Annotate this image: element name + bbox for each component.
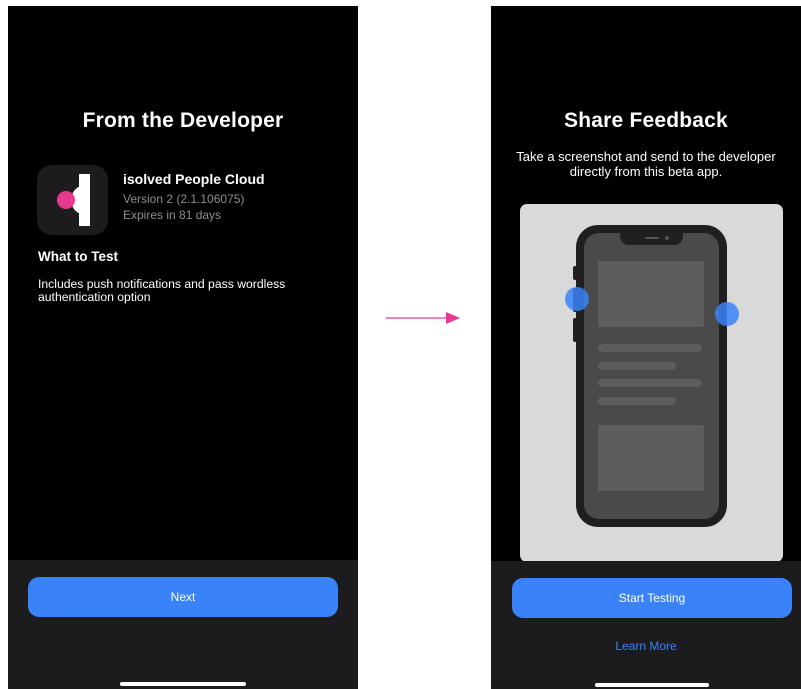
learn-more-link[interactable]: Learn More — [491, 639, 801, 653]
phone-mockup — [576, 225, 727, 527]
phone-illustration — [520, 204, 783, 562]
start-testing-button[interactable]: Start Testing — [512, 578, 792, 618]
touch-indicator-right — [715, 302, 739, 326]
developer-info-screen: From the Developer isolved People Cloud … — [8, 6, 358, 689]
app-icon — [37, 165, 108, 235]
arrow-right-icon — [386, 312, 460, 324]
page-title: From the Developer — [82, 109, 284, 132]
next-button[interactable]: Next — [28, 577, 338, 617]
page-title: Share Feedback — [564, 109, 728, 132]
share-feedback-screen: Share Feedback Take a screenshot and sen… — [491, 6, 801, 689]
home-indicator — [595, 683, 709, 687]
app-expiry: Expires in 81 days — [123, 208, 222, 222]
page-subtitle: Take a screenshot and send to the develo… — [516, 149, 776, 179]
what-to-test-body: Includes push notifications and pass wor… — [38, 277, 286, 304]
app-name: isolved People Cloud — [123, 171, 265, 187]
what-to-test-heading: What to Test — [38, 249, 118, 264]
app-version: Version 2 (2.1.106075) — [123, 192, 245, 206]
touch-indicator-left — [565, 287, 589, 311]
home-indicator — [120, 682, 246, 686]
